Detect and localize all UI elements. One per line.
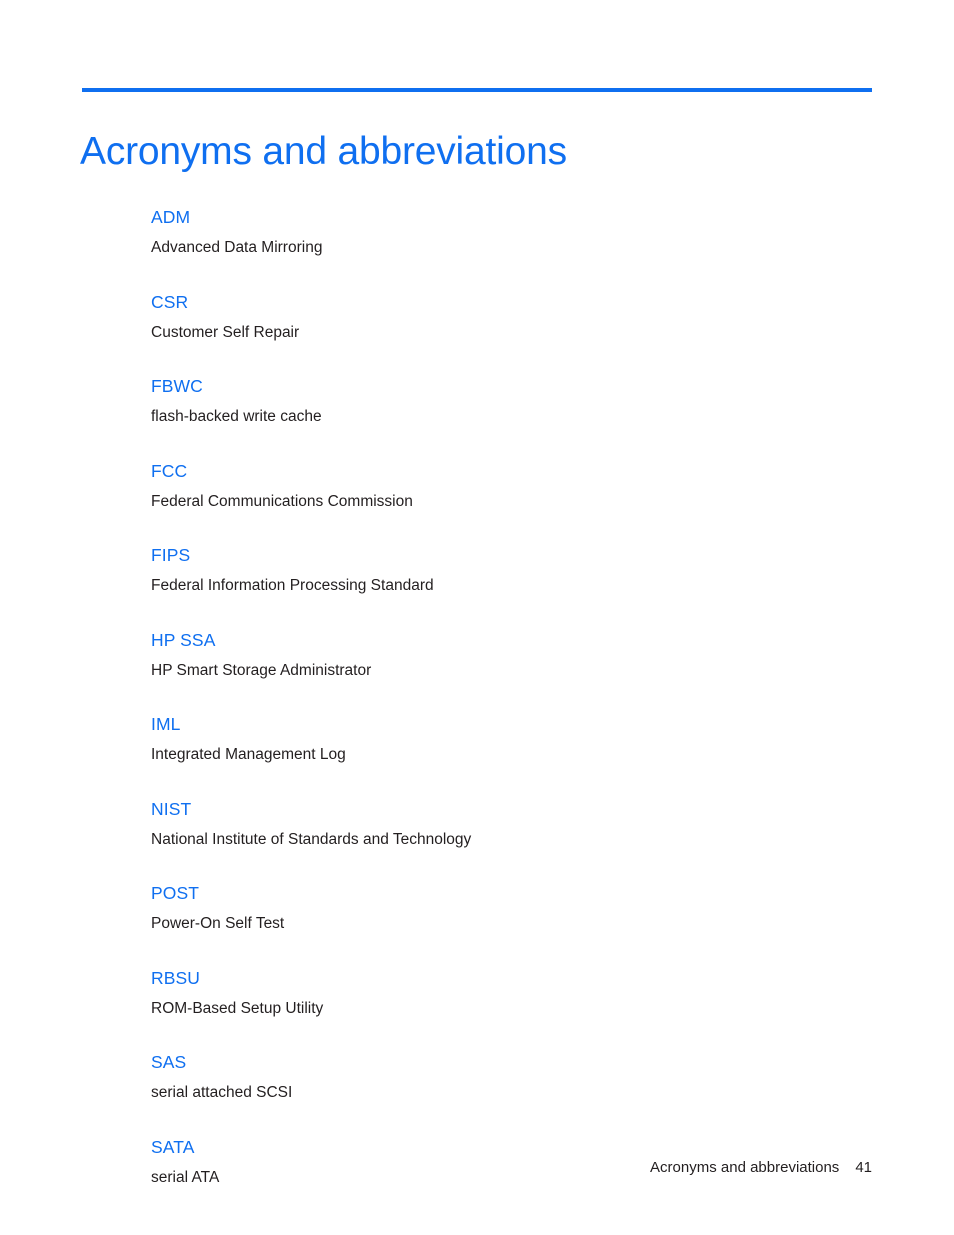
glossary-term: FBWC	[151, 376, 203, 396]
glossary-definition: Integrated Management Log	[151, 746, 346, 763]
glossary-term: POST	[151, 883, 200, 903]
header-accent-rule	[82, 88, 872, 92]
glossary-entry: POST Power-On Self Test	[151, 882, 871, 934]
glossary-list: ADM Advanced Data Mirroring CSR Customer Se…	[151, 206, 871, 1188]
glossary-entry: SAS serial attached SCSI	[151, 1051, 871, 1103]
glossary-definition: ROM-Based Setup Utility	[151, 999, 324, 1017]
glossary-entry: FIPS Federal Information Processing Stand…	[151, 544, 871, 596]
page-footer: Acronyms and abbreviations 41	[82, 1158, 872, 1178]
page-title: Acronyms and abbreviations	[80, 130, 567, 174]
glossary-term: ADM	[151, 207, 191, 227]
glossary-entry: HP SSA HP Smart Storage Administrator	[151, 629, 871, 681]
glossary-term: FCC	[151, 460, 188, 481]
glossary-term: IML	[151, 714, 181, 734]
glossary-definition: serial attached SCSI	[151, 1084, 293, 1101]
document-page: Acronyms and abbreviations ADM Advanced D…	[0, 0, 954, 1235]
glossary-entry: IML Integrated Management Log	[151, 713, 871, 765]
glossary-entry: FCC Federal Communications Commission	[151, 460, 871, 512]
glossary-definition: HP Smart Storage Administrator	[151, 661, 372, 679]
glossary-term: RBSU	[151, 967, 201, 988]
glossary-definition: National Institute of Standards and Tech…	[151, 830, 472, 848]
glossary-term: HP SSA	[151, 629, 216, 650]
glossary-definition: Customer Self Repair	[151, 323, 300, 341]
glossary-term: FIPS	[151, 545, 191, 565]
glossary-entry: NIST National Institute of Standards and …	[151, 798, 871, 850]
glossary-entry: RBSU ROM-Based Setup Utility	[151, 967, 871, 1019]
glossary-term: SAS	[151, 1052, 187, 1072]
footer-page-number: 41	[855, 1159, 872, 1176]
glossary-entry: CSR Customer Self Repair	[151, 291, 871, 343]
glossary-definition: Advanced Data Mirroring	[151, 239, 323, 256]
glossary-definition: Power-On Self Test	[151, 915, 285, 932]
footer-chapter-label: Acronyms and abbreviations	[650, 1159, 840, 1176]
glossary-entry: ADM Advanced Data Mirroring	[151, 206, 871, 258]
glossary-definition: flash-backed write cache	[151, 408, 322, 425]
glossary-term: NIST	[151, 798, 192, 819]
glossary-definition: Federal Information Processing Standard	[151, 577, 434, 594]
glossary-term: SATA	[151, 1136, 195, 1157]
glossary-definition: Federal Communications Commission	[151, 492, 413, 510]
glossary-term: CSR	[151, 291, 189, 312]
glossary-entry: FBWC flash-backed write cache	[151, 375, 871, 427]
